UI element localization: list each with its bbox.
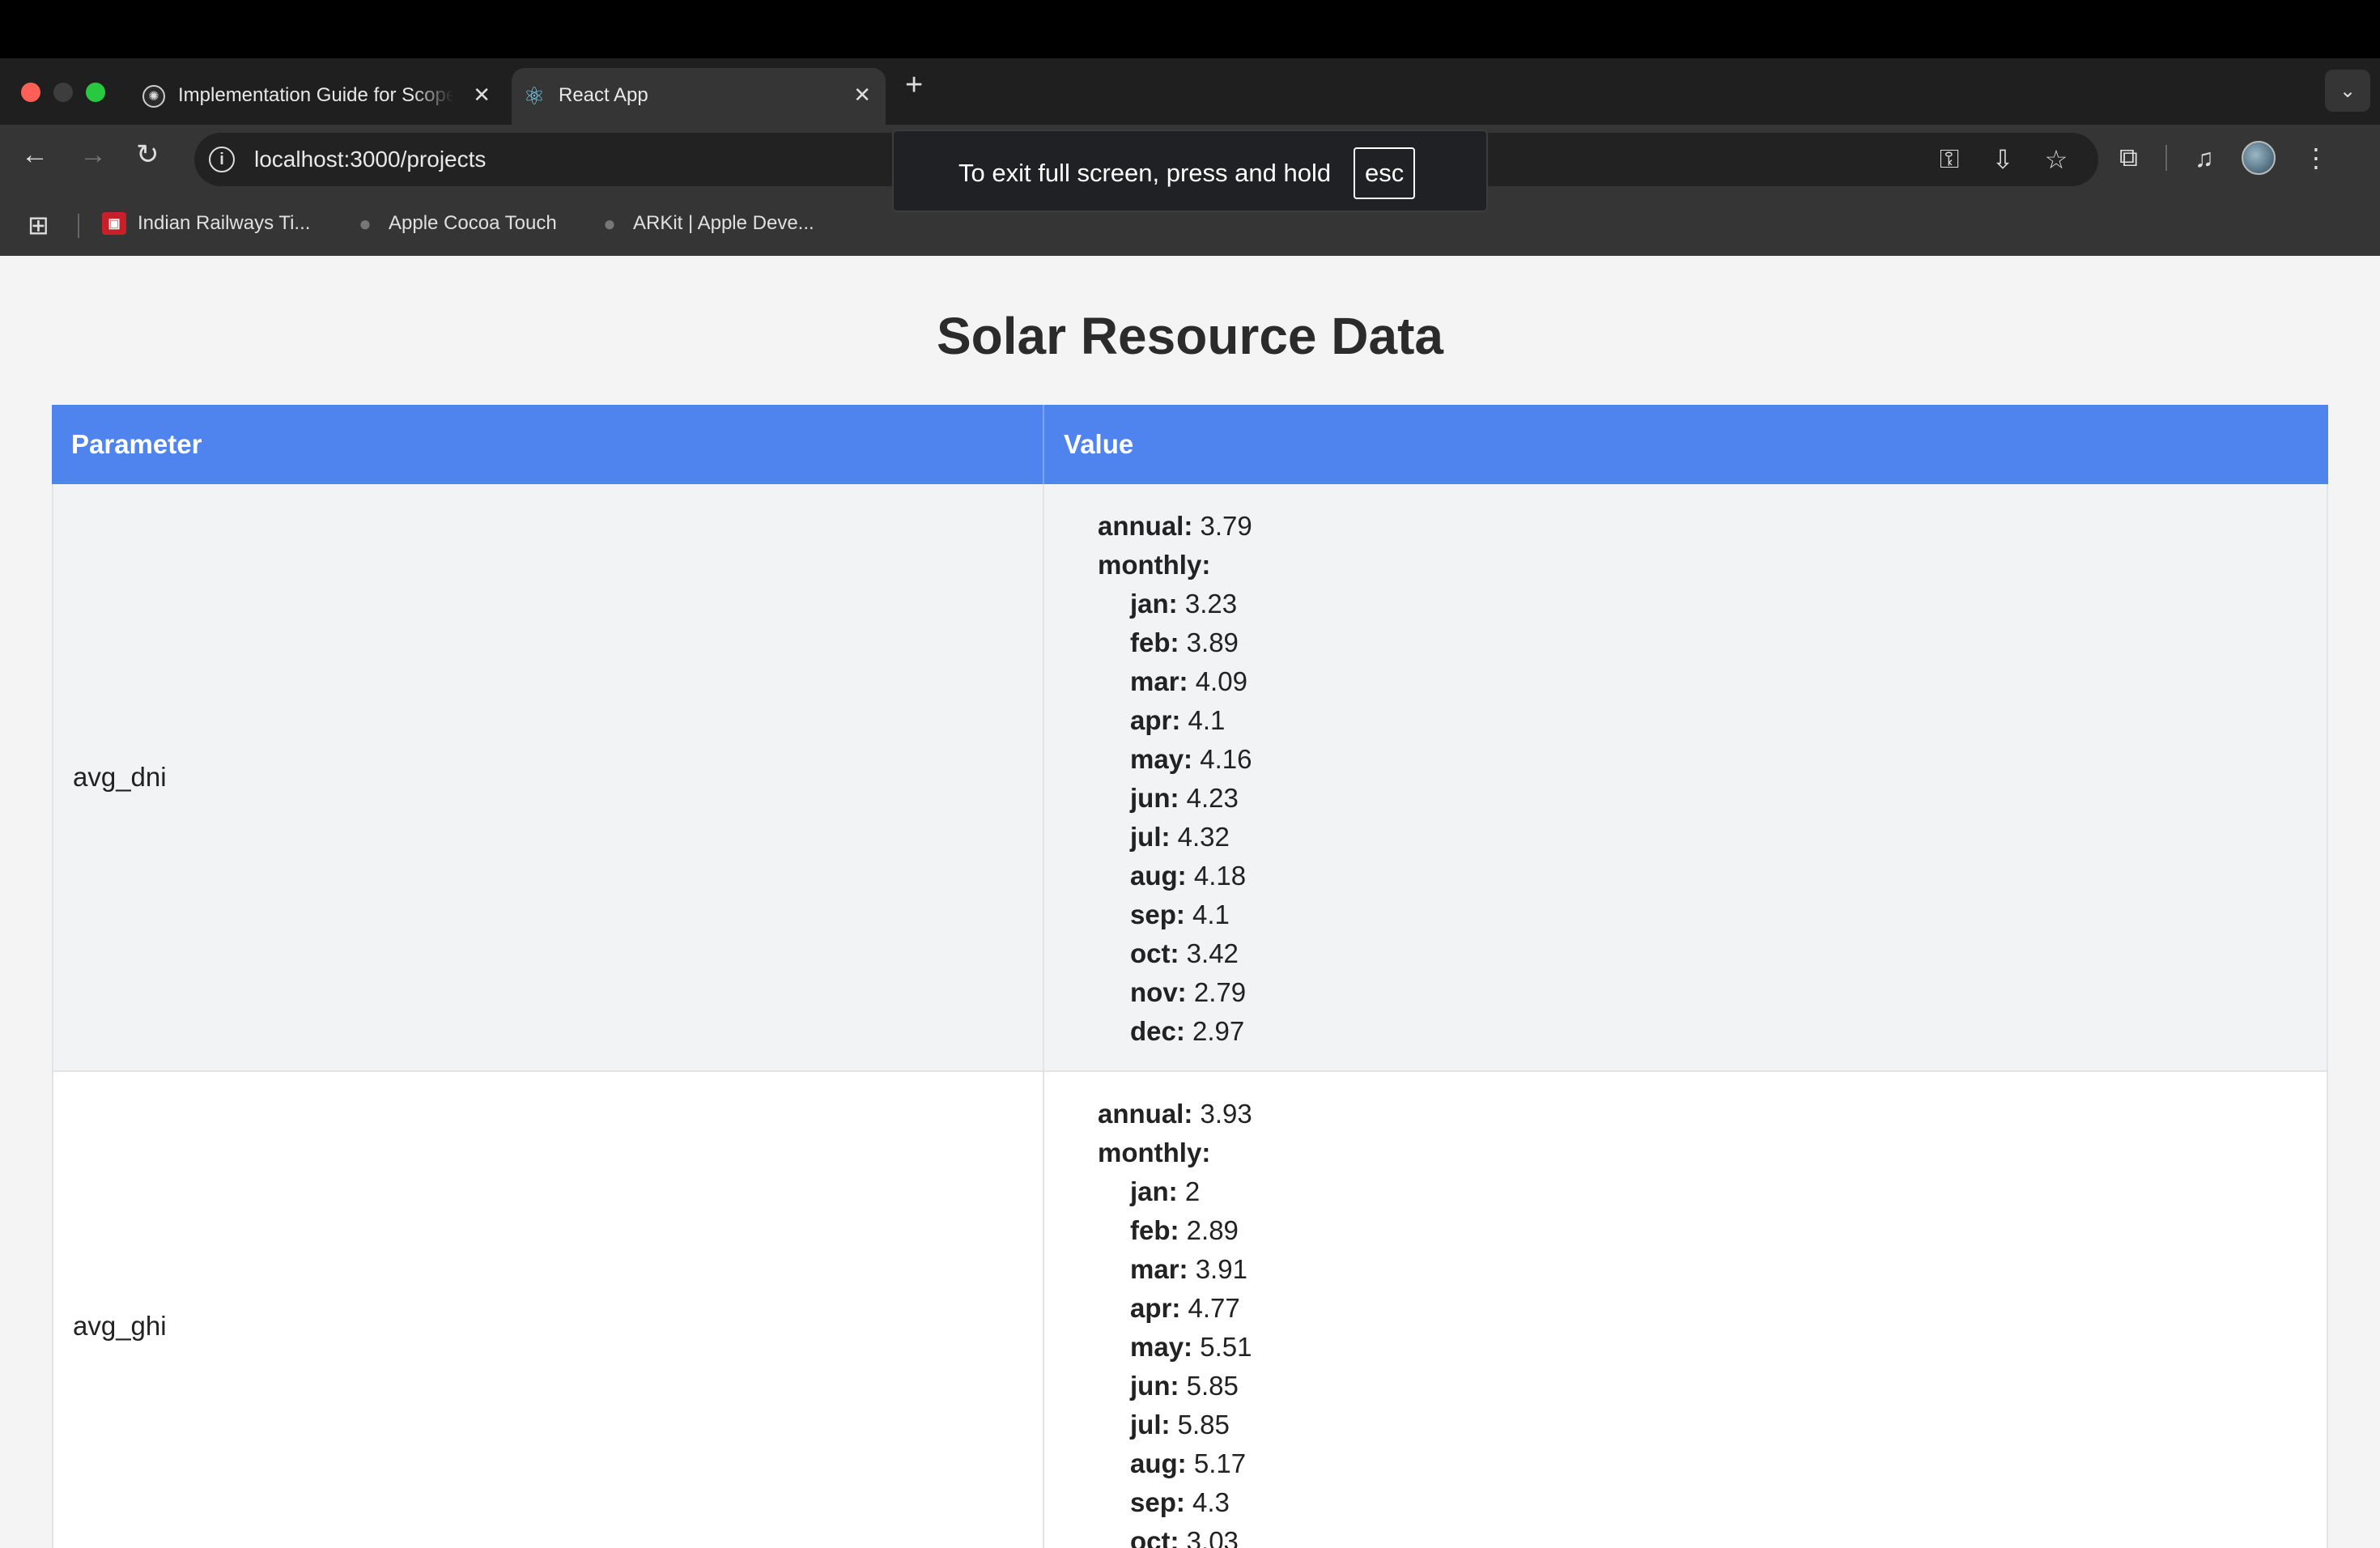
page-content: Solar Resource Data Parameter Value avg_… [0,256,2380,1548]
month-item: may: 5.51 [1130,1332,1252,1362]
apple-icon: ● [359,211,372,236]
tab-react-app[interactable]: ⚛ React App ✕ [512,68,886,125]
site-info-icon[interactable]: i [209,147,235,172]
bookmark-label: Indian Railways Ti... [138,212,311,234]
railway-icon: ▣ [102,212,126,235]
header-parameter: Parameter [52,405,1044,484]
month-item: sep: 4.1 [1130,899,1230,929]
monthly-list: jan: 3.23 feb: 3.89 mar: 4.09 apr: 4.1 m… [1098,585,2327,1051]
forward-arrow-icon[interactable]: → [79,141,107,168]
parameter-cell: avg_dni [53,484,1044,1070]
tab-strip: ✺ Implementation Guide for Scope ✕ ⚛ Rea… [0,58,2380,125]
month-item: apr: 4.77 [1130,1293,1240,1323]
month-item: jul: 5.85 [1130,1410,1230,1440]
month-item: oct: 3.03 [1130,1526,1239,1548]
key-icon[interactable]: ⚿ [1935,144,1964,175]
toast-text: To exit full screen, press and hold [958,159,1332,187]
annual-line: annual: 3.79 [1098,511,1252,541]
table-row: avg_dni annual: 3.79 monthly: jan: 3.23 … [52,484,2328,1072]
toolbar-divider [2165,145,2167,171]
minimize-window-button[interactable] [53,83,73,102]
bookmark-label: Apple Cocoa Touch [389,212,557,234]
bookmarks-divider [78,214,79,238]
month-item: feb: 2.89 [1130,1215,1239,1245]
media-controls-icon[interactable]: ♫ [2195,143,2214,173]
close-window-button[interactable] [21,83,40,102]
apps-grid-icon[interactable]: ⊞ [28,212,49,238]
month-item: mar: 3.91 [1130,1254,1247,1284]
tab-title: Implementation Guide for Scope [178,84,453,106]
table-row: avg_ghi annual: 3.93 monthly: jan: 2 feb… [52,1072,2328,1548]
parameter-cell: avg_ghi [53,1072,1044,1548]
month-item: aug: 4.18 [1130,861,1247,891]
fullscreen-window-button[interactable] [86,83,105,102]
more-menu-icon[interactable]: ⋮ [2303,142,2329,173]
new-tab-button[interactable]: + [905,70,923,100]
extensions-icon[interactable]: ⧉ [2119,142,2138,173]
close-icon[interactable]: ✕ [853,83,871,108]
esc-key-badge: esc [1354,147,1416,199]
monthly-label: monthly: [1098,550,1211,580]
close-icon[interactable]: ✕ [473,83,491,108]
month-item: jan: 2 [1130,1176,1201,1206]
month-item: mar: 4.09 [1130,666,1247,696]
tab-search-button[interactable]: ⌄ [2325,70,2370,112]
bookmark-label: ARKit | Apple Deve... [633,212,814,234]
value-cell: annual: 3.93 monthly: jan: 2 feb: 2.89 m… [1044,1072,2327,1548]
table-header: Parameter Value [52,405,2328,484]
month-item: jan: 3.23 [1130,589,1238,619]
month-item: jun: 4.23 [1130,783,1239,813]
month-item: dec: 2.97 [1130,1016,1245,1046]
solar-data-table: Parameter Value avg_dni annual: 3.79 mon… [52,405,2328,1548]
annual-line: annual: 3.93 [1098,1099,1252,1129]
month-item: may: 4.16 [1130,744,1252,774]
page-title: Solar Resource Data [936,307,1444,365]
tab-title: React App [559,84,648,106]
month-item: apr: 4.1 [1130,705,1226,735]
back-arrow-icon[interactable]: ← [21,141,49,168]
month-item: aug: 5.17 [1130,1448,1247,1478]
month-item: jun: 5.85 [1130,1371,1239,1401]
month-item: oct: 3.42 [1130,938,1239,968]
value-cell: annual: 3.79 monthly: jan: 3.23 feb: 3.8… [1044,484,2327,1070]
react-icon: ⚛ [523,83,546,110]
url-text[interactable]: localhost:3000/projects [254,147,486,172]
month-item: feb: 3.89 [1130,627,1239,657]
profile-avatar[interactable] [2241,141,2276,175]
monthly-list: jan: 2 feb: 2.89 mar: 3.91 apr: 4.77 may… [1098,1172,2327,1548]
bookmark-arkit[interactable]: ● ARKit | Apple Deve... [597,211,814,236]
apple-icon: ● [603,211,616,236]
fullscreen-exit-toast: To exit full screen, press and hold esc [892,130,1488,212]
header-value: Value [1064,429,1134,459]
bookmark-indian-railways[interactable]: ▣ Indian Railways Ti... [102,212,310,235]
bookmark-apple-cocoa-touch[interactable]: ● Apple Cocoa Touch [353,211,557,236]
month-item: nov: 2.79 [1130,977,1247,1007]
month-item: jul: 4.32 [1130,822,1230,852]
screen-top-bar [0,0,2380,58]
monthly-label: monthly: [1098,1138,1211,1167]
install-app-icon[interactable]: ⇩ [1988,144,2017,175]
month-item: sep: 4.3 [1130,1487,1230,1517]
tab-implementation-guide[interactable]: ✺ Implementation Guide for Scope ✕ [131,68,505,125]
openai-icon: ✺ [142,85,165,108]
reload-icon[interactable]: ↻ [136,141,159,168]
bookmark-star-icon[interactable]: ☆ [2042,144,2071,175]
